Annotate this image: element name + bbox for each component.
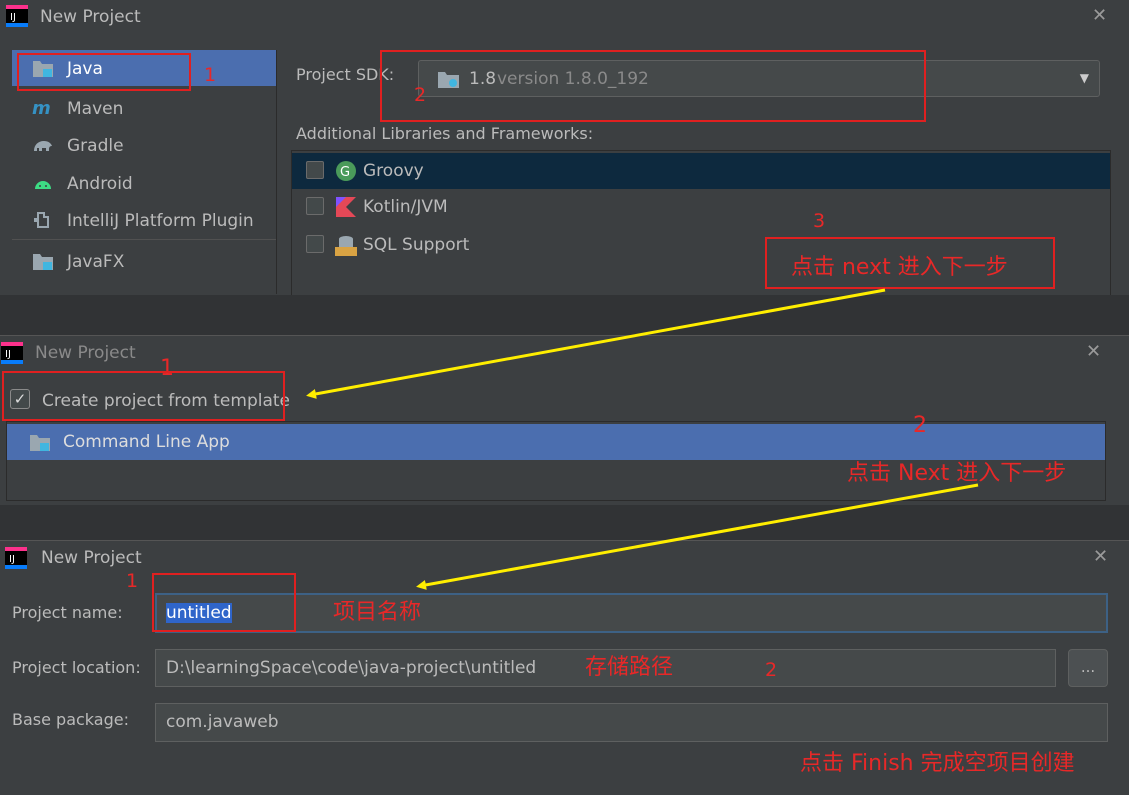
dialog-title: New Project xyxy=(41,548,142,568)
framework-label: Kotlin/JVM xyxy=(363,197,448,217)
folder-icon xyxy=(30,435,50,451)
annotation-number: 2 xyxy=(765,659,778,681)
gradle-icon xyxy=(34,141,52,151)
sidebar-item-label: JavaFX xyxy=(67,252,125,272)
plugin-icon xyxy=(34,212,49,228)
svg-text:m: m xyxy=(32,98,51,118)
base-package-value: com.javaweb xyxy=(166,712,279,732)
svg-text:IJ: IJ xyxy=(5,349,11,360)
annotation-number: 2 xyxy=(913,413,927,438)
sidebar-item-label: Android xyxy=(67,174,133,194)
dialog-title: New Project xyxy=(40,7,141,27)
sidebar-item-javafx[interactable]: JavaFX xyxy=(12,243,276,279)
annotation-number: 1 xyxy=(204,64,217,86)
browse-button[interactable]: ... xyxy=(1068,649,1108,687)
project-name-input[interactable]: untitled xyxy=(155,593,1108,633)
annotation-box-sdk xyxy=(380,50,926,122)
framework-label: Groovy xyxy=(363,161,424,181)
annotation-box-java xyxy=(17,53,191,91)
intellij-logo-icon: IJ xyxy=(5,547,27,569)
framework-row-kotlin[interactable]: Kotlin/JVM xyxy=(292,189,1110,225)
android-icon xyxy=(35,181,51,189)
project-location-label: Project location: xyxy=(12,658,141,677)
groovy-icon: G xyxy=(336,161,356,181)
annotation-number: 1 xyxy=(126,570,139,592)
annotation-text: 点击 Next 进入下一步 xyxy=(847,461,1067,486)
framework-row-groovy[interactable]: G Groovy xyxy=(292,153,1110,189)
annotation-number: 2 xyxy=(414,84,427,106)
annotation-text: 项目名称 xyxy=(333,600,422,625)
sidebar-item-android[interactable]: Android xyxy=(12,165,276,201)
base-package-input[interactable]: com.javaweb xyxy=(155,703,1108,742)
chevron-down-icon[interactable]: ▼ xyxy=(1080,71,1089,85)
sidebar-item-label: IntelliJ Platform Plugin xyxy=(67,211,254,231)
project-location-value: D:\learningSpace\code\java-project\untit… xyxy=(166,658,537,678)
project-name-label: Project name: xyxy=(12,603,123,622)
svg-text:IJ: IJ xyxy=(9,554,15,565)
checkbox[interactable] xyxy=(306,161,324,179)
sidebar-item-intellij-plugin[interactable]: IntelliJ Platform Plugin xyxy=(12,202,276,238)
close-icon[interactable]: ✕ xyxy=(1086,341,1101,362)
checkbox[interactable] xyxy=(306,197,324,215)
framework-label: SQL Support xyxy=(363,235,470,255)
sidebar-item-maven[interactable]: m Maven xyxy=(12,90,276,126)
checkbox[interactable] xyxy=(306,235,324,253)
sidebar-divider xyxy=(12,239,276,240)
annotation-text: 点击 Finish 完成空项目创建 xyxy=(800,751,1075,776)
separator-strip xyxy=(0,295,1129,335)
close-icon[interactable]: ✕ xyxy=(1092,5,1107,26)
annotation-text: 点击 next 进入下一步 xyxy=(791,255,1008,280)
sidebar-item-label: Maven xyxy=(67,99,124,119)
separator-strip xyxy=(0,505,1129,541)
intellij-logo-icon: IJ xyxy=(6,5,28,27)
dialog-title: New Project xyxy=(35,343,136,363)
svg-text:IJ: IJ xyxy=(10,12,16,23)
base-package-label: Base package: xyxy=(12,710,129,729)
maven-icon: m xyxy=(32,98,51,118)
intellij-logo-icon: IJ xyxy=(1,342,23,364)
sidebar-item-label: Gradle xyxy=(67,136,124,156)
svg-text:G: G xyxy=(340,165,350,180)
annotation-box-template xyxy=(2,371,285,421)
folder-icon xyxy=(33,254,53,270)
sidebar-item-gradle[interactable]: Gradle xyxy=(12,127,276,163)
close-icon[interactable]: ✕ xyxy=(1093,546,1108,567)
sql-icon xyxy=(335,236,357,256)
annotation-text: 存储路径 xyxy=(585,655,674,680)
frameworks-label: Additional Libraries and Frameworks: xyxy=(296,124,594,143)
annotation-box-project-name xyxy=(152,573,296,632)
template-label: Command Line App xyxy=(63,432,230,452)
annotation-number: 3 xyxy=(813,210,826,232)
kotlin-icon xyxy=(336,197,356,217)
